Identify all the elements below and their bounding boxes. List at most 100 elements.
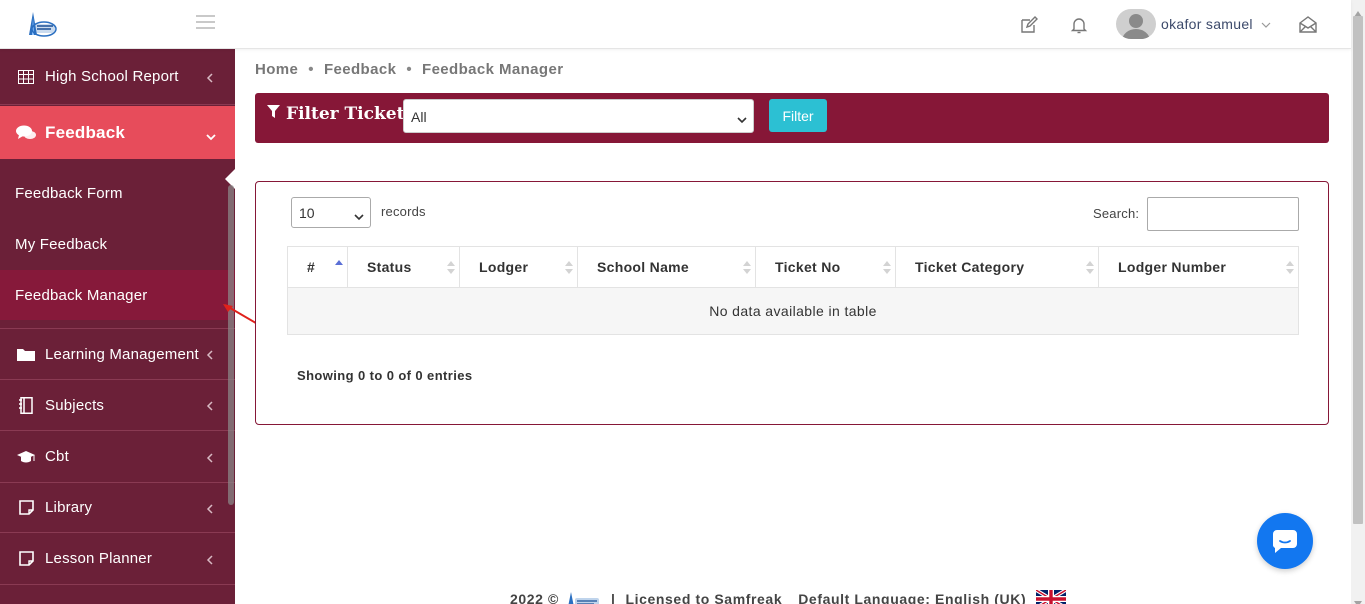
- filter-title: Filter Tickets: [267, 104, 414, 124]
- table-empty-row: No data available in table: [287, 288, 1299, 335]
- sidebar-subitem-feedback-form[interactable]: Feedback Form: [0, 168, 235, 218]
- sidebar-item-label: Learning Management: [45, 345, 199, 363]
- breadcrumb-feedback[interactable]: Feedback: [324, 61, 396, 78]
- edit-icon[interactable]: [1019, 15, 1039, 35]
- chevron-left-icon: [205, 399, 215, 411]
- chevron-down-icon[interactable]: [1261, 17, 1271, 28]
- sort-icon: [447, 260, 455, 275]
- filter-title-text: Filter Tickets: [286, 104, 415, 124]
- column-label: Ticket Category: [915, 259, 1025, 275]
- filter-icon: [267, 104, 280, 124]
- sticky-note-icon: [16, 498, 36, 518]
- page-length-select[interactable]: 10: [291, 197, 371, 228]
- ticket-filter-value: All: [411, 109, 427, 125]
- search-input[interactable]: [1147, 197, 1299, 231]
- column-header-ticket-category[interactable]: Ticket Category: [896, 247, 1099, 287]
- avatar[interactable]: [1116, 9, 1156, 39]
- sidebar-item-feedback[interactable]: Feedback: [0, 106, 235, 159]
- sort-icon: [565, 260, 573, 275]
- breadcrumb-current: Feedback Manager: [422, 61, 564, 78]
- tickets-panel: 10 records Search: # Status Lodger Schoo…: [255, 181, 1329, 425]
- chevron-down-icon: [737, 112, 747, 124]
- chevron-left-icon: [205, 553, 215, 565]
- sidebar-item-learning-management[interactable]: Learning Management: [0, 328, 235, 380]
- chevron-left-icon: [205, 348, 215, 360]
- sidebar-item-library[interactable]: Library: [0, 483, 235, 533]
- empty-message: No data available in table: [709, 303, 877, 319]
- table-header: # Status Lodger School Name Ticket No Ti…: [287, 246, 1299, 288]
- uk-flag-icon[interactable]: [1035, 588, 1068, 604]
- page-length-value: 10: [299, 205, 315, 221]
- sort-asc-icon: [335, 260, 343, 275]
- table-icon: [16, 67, 36, 87]
- tickets-table: # Status Lodger School Name Ticket No Ti…: [287, 246, 1299, 335]
- column-header-lodger-number[interactable]: Lodger Number: [1099, 247, 1298, 287]
- column-label: Lodger Number: [1118, 259, 1227, 275]
- sidebar-subitem-my-feedback[interactable]: My Feedback: [0, 219, 235, 269]
- filter-bar: Filter Tickets All Filter: [255, 93, 1329, 143]
- sidebar-item-label: Lesson Planner: [45, 550, 153, 567]
- scrollbar-thumb[interactable]: [1353, 16, 1363, 524]
- chat-button[interactable]: [1257, 513, 1313, 569]
- ticket-filter-select[interactable]: All: [403, 99, 754, 133]
- column-label: Ticket No: [775, 259, 841, 275]
- scroll-down-icon[interactable]: [1354, 594, 1362, 604]
- sidebar-item-high-school-report[interactable]: High School Report: [0, 49, 235, 105]
- chevron-left-icon: [205, 451, 215, 463]
- chevron-down-icon: [205, 127, 216, 140]
- filter-button[interactable]: Filter: [769, 99, 827, 132]
- graduation-cap-icon: [16, 447, 36, 467]
- notebook-icon: [16, 395, 36, 415]
- records-label: records: [381, 204, 426, 219]
- sidebar-scrollbar[interactable]: [228, 185, 234, 505]
- footer-year: 2022 ©: [510, 591, 559, 604]
- sidebar-item-label: High School Report: [45, 68, 179, 85]
- username[interactable]: okafor samuel: [1161, 16, 1253, 32]
- column-header-school-name[interactable]: School Name: [578, 247, 756, 287]
- column-label: #: [307, 259, 316, 275]
- sidebar-item-label: Subjects: [45, 396, 105, 414]
- footer-logo: [565, 590, 601, 604]
- breadcrumb: Home • Feedback • Feedback Manager: [255, 61, 563, 78]
- column-header-lodger[interactable]: Lodger: [460, 247, 578, 287]
- sidebar-item-cbt[interactable]: Cbt: [0, 431, 235, 483]
- breadcrumb-separator: •: [406, 61, 412, 78]
- column-header-status[interactable]: Status: [348, 247, 460, 287]
- footer-language[interactable]: Default Language: English (UK): [798, 591, 1026, 604]
- sort-icon: [1086, 260, 1094, 275]
- sort-icon: [743, 260, 751, 275]
- folder-icon: [16, 344, 36, 364]
- sidebar-item-lesson-planner[interactable]: Lesson Planner: [0, 533, 235, 585]
- column-header-number[interactable]: #: [288, 247, 348, 287]
- column-label: Status: [367, 259, 412, 275]
- bell-icon[interactable]: [1069, 15, 1089, 35]
- table-info: Showing 0 to 0 of 0 entries: [297, 368, 473, 383]
- sidebar-item-label: Library: [45, 499, 93, 516]
- search-label: Search:: [1093, 206, 1140, 221]
- scroll-up-icon[interactable]: [1354, 4, 1362, 17]
- column-label: Lodger: [479, 259, 529, 275]
- chevron-left-icon: [205, 502, 215, 514]
- comments-icon: [16, 123, 36, 143]
- sidebar-subitem-feedback-manager[interactable]: Feedback Manager: [0, 270, 235, 320]
- sidebar-item-label: Cbt: [45, 448, 69, 465]
- column-header-ticket-no[interactable]: Ticket No: [756, 247, 896, 287]
- sidebar-item-label: Feedback: [45, 122, 126, 142]
- footer-separator: |: [610, 591, 616, 604]
- menu-toggle-icon[interactable]: [196, 15, 215, 29]
- chevron-left-icon: [205, 71, 215, 83]
- envelope-open-icon[interactable]: [1298, 15, 1318, 35]
- footer-license: Licensed to Samfreak: [625, 591, 783, 604]
- app-logo[interactable]: [20, 9, 60, 41]
- footer: 2022 © | Licensed to Samfreak Default La…: [510, 588, 1068, 604]
- sticky-note-icon: [16, 549, 36, 569]
- breadcrumb-separator: •: [308, 61, 314, 78]
- chat-icon: [1272, 530, 1297, 553]
- breadcrumb-home[interactable]: Home: [255, 61, 298, 78]
- sort-icon: [883, 260, 891, 275]
- chevron-down-icon: [354, 209, 364, 221]
- page-scrollbar[interactable]: [1351, 0, 1365, 604]
- sidebar-item-subjects[interactable]: Subjects: [0, 380, 235, 431]
- sort-icon: [1286, 260, 1294, 275]
- top-bar: okafor samuel: [0, 0, 1351, 49]
